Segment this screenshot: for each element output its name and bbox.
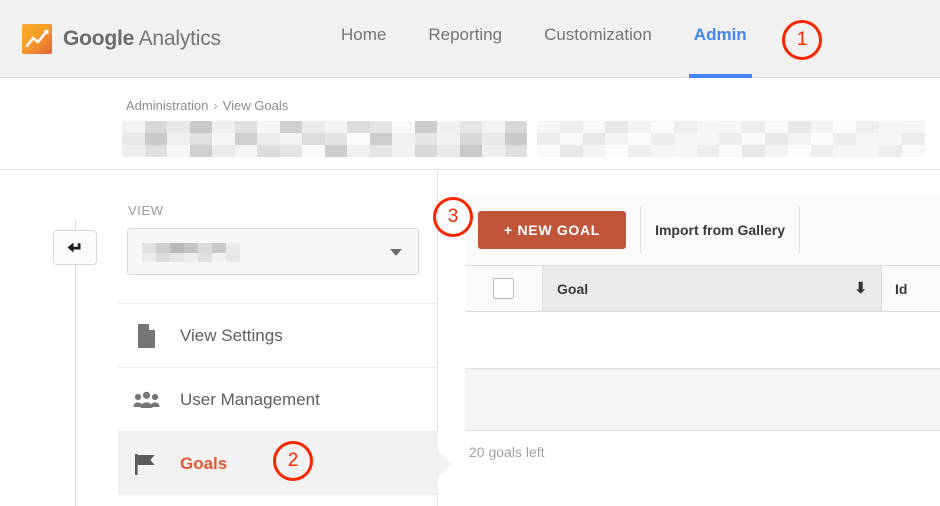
table-header-goal[interactable]: Goal ⬇	[543, 266, 882, 311]
table-header-row: Goal ⬇ Id	[465, 266, 940, 312]
table-header-id[interactable]: Id	[882, 266, 940, 311]
breadcrumb-band: Administration › View Goals	[0, 79, 940, 170]
nav-item-reporting[interactable]: Reporting	[407, 0, 523, 78]
brand-title-bold: Google	[63, 27, 134, 50]
redacted-view-name	[142, 243, 240, 262]
sidebar-item-user-management-label: User Management	[180, 390, 320, 410]
breadcrumb-current: View Goals	[223, 98, 289, 113]
chevron-down-icon	[390, 249, 402, 256]
sidebar-item-view-settings[interactable]: View Settings	[118, 303, 438, 367]
table-header-id-label: Id	[895, 281, 907, 297]
table-row	[465, 369, 940, 431]
new-goal-button[interactable]: + NEW GOAL	[478, 211, 626, 249]
toolbar-divider	[640, 207, 641, 253]
sort-descending-icon: ⬇	[854, 281, 867, 296]
back-button[interactable]	[53, 230, 97, 265]
annotation-marker-2: 2	[273, 441, 313, 481]
nav-item-customization[interactable]: Customization	[523, 0, 673, 78]
toolbar-divider-2	[799, 207, 800, 253]
people-icon	[129, 390, 163, 410]
table-header-select-all[interactable]	[465, 266, 543, 311]
view-section-label: VIEW	[128, 203, 164, 218]
annotation-marker-3: 3	[433, 197, 473, 237]
brand-title: Google Analytics	[63, 27, 221, 51]
back-arrow-icon	[65, 240, 85, 256]
table-header-goal-label: Goal	[557, 281, 588, 297]
breadcrumb: Administration › View Goals	[126, 98, 288, 113]
redacted-account-bar	[122, 121, 925, 157]
brand-logo-group[interactable]: Google Analytics	[22, 22, 221, 56]
document-icon	[129, 323, 163, 349]
breadcrumb-root[interactable]: Administration	[126, 98, 208, 113]
sidebar-item-goals-label: Goals	[180, 454, 227, 474]
goals-table: Goal ⬇ Id	[465, 265, 940, 431]
brand-title-light: Analytics	[134, 27, 221, 50]
annotation-marker-1: 1	[782, 20, 822, 60]
nav-item-home[interactable]: Home	[320, 0, 407, 78]
goals-left-status: 20 goals left	[465, 444, 940, 460]
google-analytics-logo-icon	[22, 24, 52, 54]
goals-panel: + NEW GOAL Import from Gallery Goal ⬇ Id…	[465, 195, 940, 460]
sidebar-item-view-settings-label: View Settings	[180, 326, 283, 346]
sidebar-item-user-management[interactable]: User Management	[118, 367, 438, 431]
view-select-dropdown[interactable]	[127, 228, 419, 275]
primary-nav: Home Reporting Customization Admin	[320, 0, 768, 78]
flag-icon	[129, 451, 163, 477]
table-row	[465, 312, 940, 369]
import-from-gallery-button[interactable]: Import from Gallery	[655, 222, 785, 238]
breadcrumb-separator-icon: ›	[213, 98, 217, 113]
nav-item-admin[interactable]: Admin	[673, 0, 768, 78]
select-all-checkbox[interactable]	[493, 278, 514, 299]
active-pointer-icon	[437, 449, 452, 479]
goals-toolbar: + NEW GOAL Import from Gallery	[465, 195, 940, 265]
